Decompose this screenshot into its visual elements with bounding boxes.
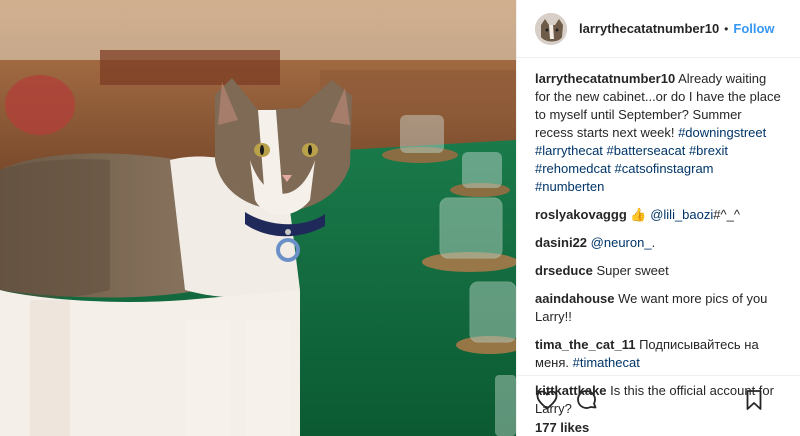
- comment-username[interactable]: aaindahouse: [535, 291, 614, 306]
- hashtag[interactable]: #downingstreet: [678, 125, 766, 140]
- comment: tima_the_cat_11 Подписывайтесь на меня. …: [535, 336, 782, 372]
- comment: aaindahouse We want more pics of you Lar…: [535, 290, 782, 326]
- hashtag[interactable]: #rehomedcat: [535, 161, 611, 176]
- post-header: larrythecatatnumber10 • Follow: [517, 0, 800, 58]
- hashtag[interactable]: #batterseacat: [607, 143, 686, 158]
- hashtag[interactable]: #larrythecat: [535, 143, 603, 158]
- like-button[interactable]: [535, 388, 559, 412]
- instagram-post: larrythecatatnumber10 • Follow larrythec…: [0, 0, 800, 436]
- comments-list: larrythecatatnumber10 Already waiting fo…: [517, 58, 800, 418]
- heart-icon: [536, 390, 558, 410]
- bookmark-icon: [746, 390, 762, 410]
- comment-hashtag[interactable]: #timathecat: [573, 355, 640, 370]
- comment-username[interactable]: drseduce: [535, 263, 593, 278]
- caption: larrythecatatnumber10 Already waiting fo…: [535, 70, 782, 196]
- avatar[interactable]: [535, 12, 567, 45]
- comment-text: Super sweet: [596, 263, 669, 278]
- hashtag[interactable]: #numberten: [535, 179, 604, 194]
- comment: drseduce Super sweet: [535, 262, 782, 280]
- header-username[interactable]: larrythecatatnumber10: [579, 21, 719, 36]
- comment-text-tail: .: [651, 235, 656, 250]
- comment-text: 👍: [630, 207, 651, 222]
- comment-username[interactable]: tima_the_cat_11: [535, 337, 635, 352]
- follow-button[interactable]: Follow: [733, 21, 774, 36]
- comment-button[interactable]: [575, 388, 599, 412]
- separator-dot: •: [724, 21, 729, 36]
- action-bar: [535, 385, 782, 415]
- comment-username[interactable]: roslyakovaggg: [535, 207, 627, 222]
- comment-mention[interactable]: @lili_baozi: [650, 207, 713, 222]
- comment-icon: [577, 390, 597, 409]
- comment: roslyakovaggg 👍 @lili_baozi#^_^: [535, 206, 782, 224]
- comment-mention[interactable]: @neuron_: [591, 235, 652, 250]
- divider: [517, 375, 800, 376]
- post-sidebar: larrythecatatnumber10 • Follow larrythec…: [516, 0, 800, 436]
- hashtag[interactable]: #brexit: [689, 143, 728, 158]
- hashtag[interactable]: #catsofinstagram: [615, 161, 714, 176]
- comment: dasini22 @neuron_.: [535, 234, 782, 252]
- cat-avatar-icon: [535, 12, 567, 45]
- cat-photo-illustration: [0, 0, 516, 436]
- post-photo[interactable]: [0, 0, 516, 436]
- save-button[interactable]: [742, 388, 766, 412]
- likes-count[interactable]: 177 likes: [535, 420, 589, 435]
- caption-username[interactable]: larrythecatatnumber10: [535, 71, 675, 86]
- comment-username[interactable]: dasini22: [535, 235, 587, 250]
- comment-text-tail: #^_^: [713, 207, 740, 222]
